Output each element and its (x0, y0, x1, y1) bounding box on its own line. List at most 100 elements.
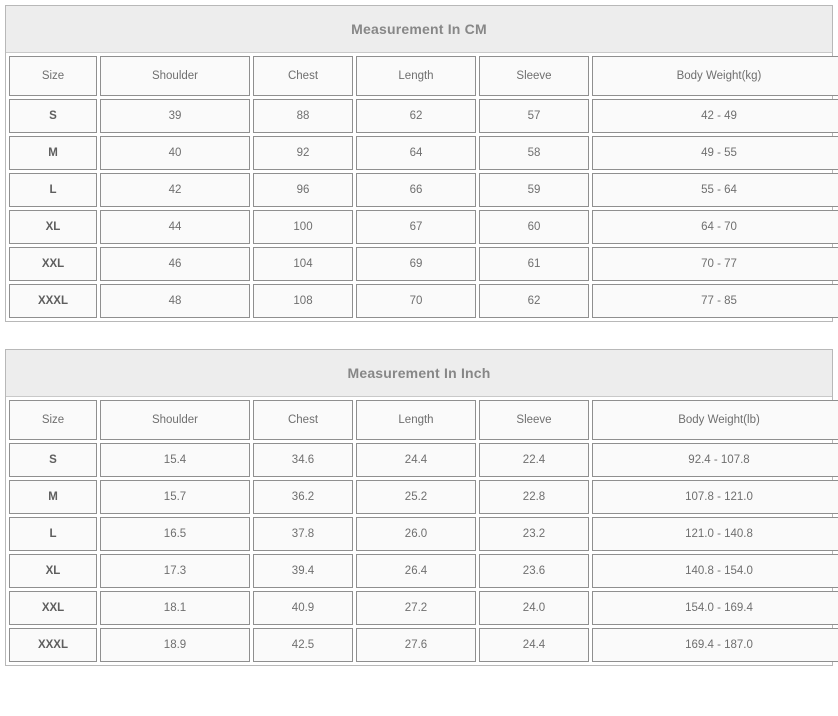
cell-length: 64 (356, 136, 476, 170)
cell-body-weight: 154.0 - 169.4 (592, 591, 838, 625)
column-header-chest: Chest (253, 400, 353, 440)
cell-body-weight: 92.4 - 107.8 (592, 443, 838, 477)
column-header-body-weight: Body Weight(kg) (592, 56, 838, 96)
cell-size: XXXL (9, 284, 97, 318)
column-header-size: Size (9, 56, 97, 96)
column-header-shoulder: Shoulder (100, 56, 250, 96)
size-table-cm: Measurement In CM Size Shoulder Chest Le… (5, 5, 838, 322)
cell-length: 24.4 (356, 443, 476, 477)
cell-size: S (9, 443, 97, 477)
measurement-table-cm: Size Shoulder Chest Length Sleeve Body W… (6, 53, 838, 321)
cell-shoulder: 17.3 (100, 554, 250, 588)
table-row: L 16.5 37.8 26.0 23.2 121.0 - 140.8 (9, 517, 838, 551)
cell-chest: 37.8 (253, 517, 353, 551)
cell-body-weight: 55 - 64 (592, 173, 838, 207)
cell-sleeve: 23.6 (479, 554, 589, 588)
cell-length: 70 (356, 284, 476, 318)
cell-body-weight: 121.0 - 140.8 (592, 517, 838, 551)
table-body-inch: S 15.4 34.6 24.4 22.4 92.4 - 107.8 M 15.… (9, 443, 838, 662)
cell-body-weight: 70 - 77 (592, 247, 838, 281)
cell-body-weight: 64 - 70 (592, 210, 838, 244)
cell-length: 67 (356, 210, 476, 244)
cell-shoulder: 44 (100, 210, 250, 244)
table-header-cm: Size Shoulder Chest Length Sleeve Body W… (9, 56, 838, 96)
cell-body-weight: 169.4 - 187.0 (592, 628, 838, 662)
cell-length: 27.6 (356, 628, 476, 662)
cell-sleeve: 58 (479, 136, 589, 170)
cell-length: 69 (356, 247, 476, 281)
cell-chest: 100 (253, 210, 353, 244)
cell-body-weight: 140.8 - 154.0 (592, 554, 838, 588)
cell-size: L (9, 173, 97, 207)
table-row: XL 17.3 39.4 26.4 23.6 140.8 - 154.0 (9, 554, 838, 588)
table-body-cm: S 39 88 62 57 42 - 49 M 40 92 64 58 49 -… (9, 99, 838, 318)
table-row: L 42 96 66 59 55 - 64 (9, 173, 838, 207)
table-header-inch: Size Shoulder Chest Length Sleeve Body W… (9, 400, 838, 440)
table-title-inch: Measurement In Inch (6, 350, 832, 397)
cell-length: 26.0 (356, 517, 476, 551)
size-chart-page: Measurement In CM Size Shoulder Chest Le… (0, 0, 838, 666)
cell-sleeve: 61 (479, 247, 589, 281)
table-row: XXXL 18.9 42.5 27.6 24.4 169.4 - 187.0 (9, 628, 838, 662)
table-row: M 40 92 64 58 49 - 55 (9, 136, 838, 170)
cell-size: XXXL (9, 628, 97, 662)
column-header-size: Size (9, 400, 97, 440)
cell-chest: 104 (253, 247, 353, 281)
cell-sleeve: 24.4 (479, 628, 589, 662)
column-header-body-weight: Body Weight(lb) (592, 400, 838, 440)
cell-sleeve: 22.8 (479, 480, 589, 514)
column-header-sleeve: Sleeve (479, 56, 589, 96)
header-row: Size Shoulder Chest Length Sleeve Body W… (9, 400, 838, 440)
table-row: XXL 18.1 40.9 27.2 24.0 154.0 - 169.4 (9, 591, 838, 625)
cell-size: XL (9, 210, 97, 244)
cell-body-weight: 107.8 - 121.0 (592, 480, 838, 514)
size-table-inch: Measurement In Inch Size Shoulder Chest … (5, 349, 838, 666)
cell-shoulder: 46 (100, 247, 250, 281)
cell-shoulder: 42 (100, 173, 250, 207)
measurement-table-inch: Size Shoulder Chest Length Sleeve Body W… (6, 397, 838, 665)
cell-shoulder: 18.9 (100, 628, 250, 662)
cell-chest: 39.4 (253, 554, 353, 588)
header-row: Size Shoulder Chest Length Sleeve Body W… (9, 56, 838, 96)
cell-length: 66 (356, 173, 476, 207)
cell-size: M (9, 136, 97, 170)
cell-size: M (9, 480, 97, 514)
table-row: M 15.7 36.2 25.2 22.8 107.8 - 121.0 (9, 480, 838, 514)
cell-sleeve: 60 (479, 210, 589, 244)
cell-shoulder: 15.4 (100, 443, 250, 477)
cell-shoulder: 39 (100, 99, 250, 133)
cell-length: 25.2 (356, 480, 476, 514)
cell-sleeve: 22.4 (479, 443, 589, 477)
table-row: XXL 46 104 69 61 70 - 77 (9, 247, 838, 281)
cell-body-weight: 49 - 55 (592, 136, 838, 170)
cell-sleeve: 57 (479, 99, 589, 133)
table-row: XXXL 48 108 70 62 77 - 85 (9, 284, 838, 318)
cell-size: XXL (9, 591, 97, 625)
cell-shoulder: 15.7 (100, 480, 250, 514)
column-header-sleeve: Sleeve (479, 400, 589, 440)
cell-sleeve: 59 (479, 173, 589, 207)
cell-size: XXL (9, 247, 97, 281)
column-header-length: Length (356, 56, 476, 96)
cell-shoulder: 18.1 (100, 591, 250, 625)
table-row: S 39 88 62 57 42 - 49 (9, 99, 838, 133)
cell-chest: 108 (253, 284, 353, 318)
cell-shoulder: 40 (100, 136, 250, 170)
cell-size: XL (9, 554, 97, 588)
cell-size: L (9, 517, 97, 551)
cell-chest: 88 (253, 99, 353, 133)
table-row: S 15.4 34.6 24.4 22.4 92.4 - 107.8 (9, 443, 838, 477)
cell-chest: 42.5 (253, 628, 353, 662)
column-header-length: Length (356, 400, 476, 440)
table-title-cm: Measurement In CM (6, 6, 832, 53)
cell-body-weight: 77 - 85 (592, 284, 838, 318)
cell-length: 62 (356, 99, 476, 133)
table-row: XL 44 100 67 60 64 - 70 (9, 210, 838, 244)
cell-length: 26.4 (356, 554, 476, 588)
cell-body-weight: 42 - 49 (592, 99, 838, 133)
cell-chest: 96 (253, 173, 353, 207)
cell-chest: 34.6 (253, 443, 353, 477)
cell-chest: 40.9 (253, 591, 353, 625)
cell-length: 27.2 (356, 591, 476, 625)
column-header-shoulder: Shoulder (100, 400, 250, 440)
